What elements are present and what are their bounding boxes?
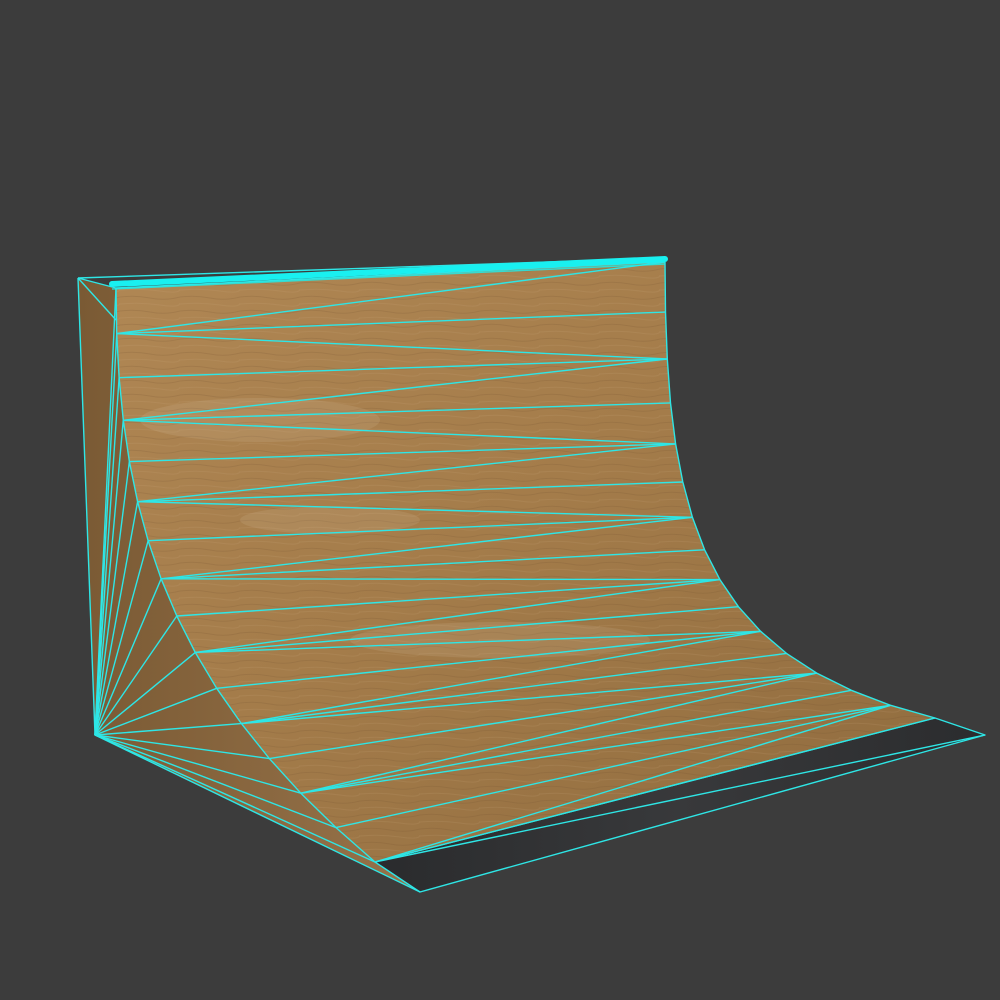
wire-diagonal-7 xyxy=(161,578,720,581)
ramp-render xyxy=(77,256,986,893)
3d-viewport[interactable] xyxy=(0,0,1000,1000)
